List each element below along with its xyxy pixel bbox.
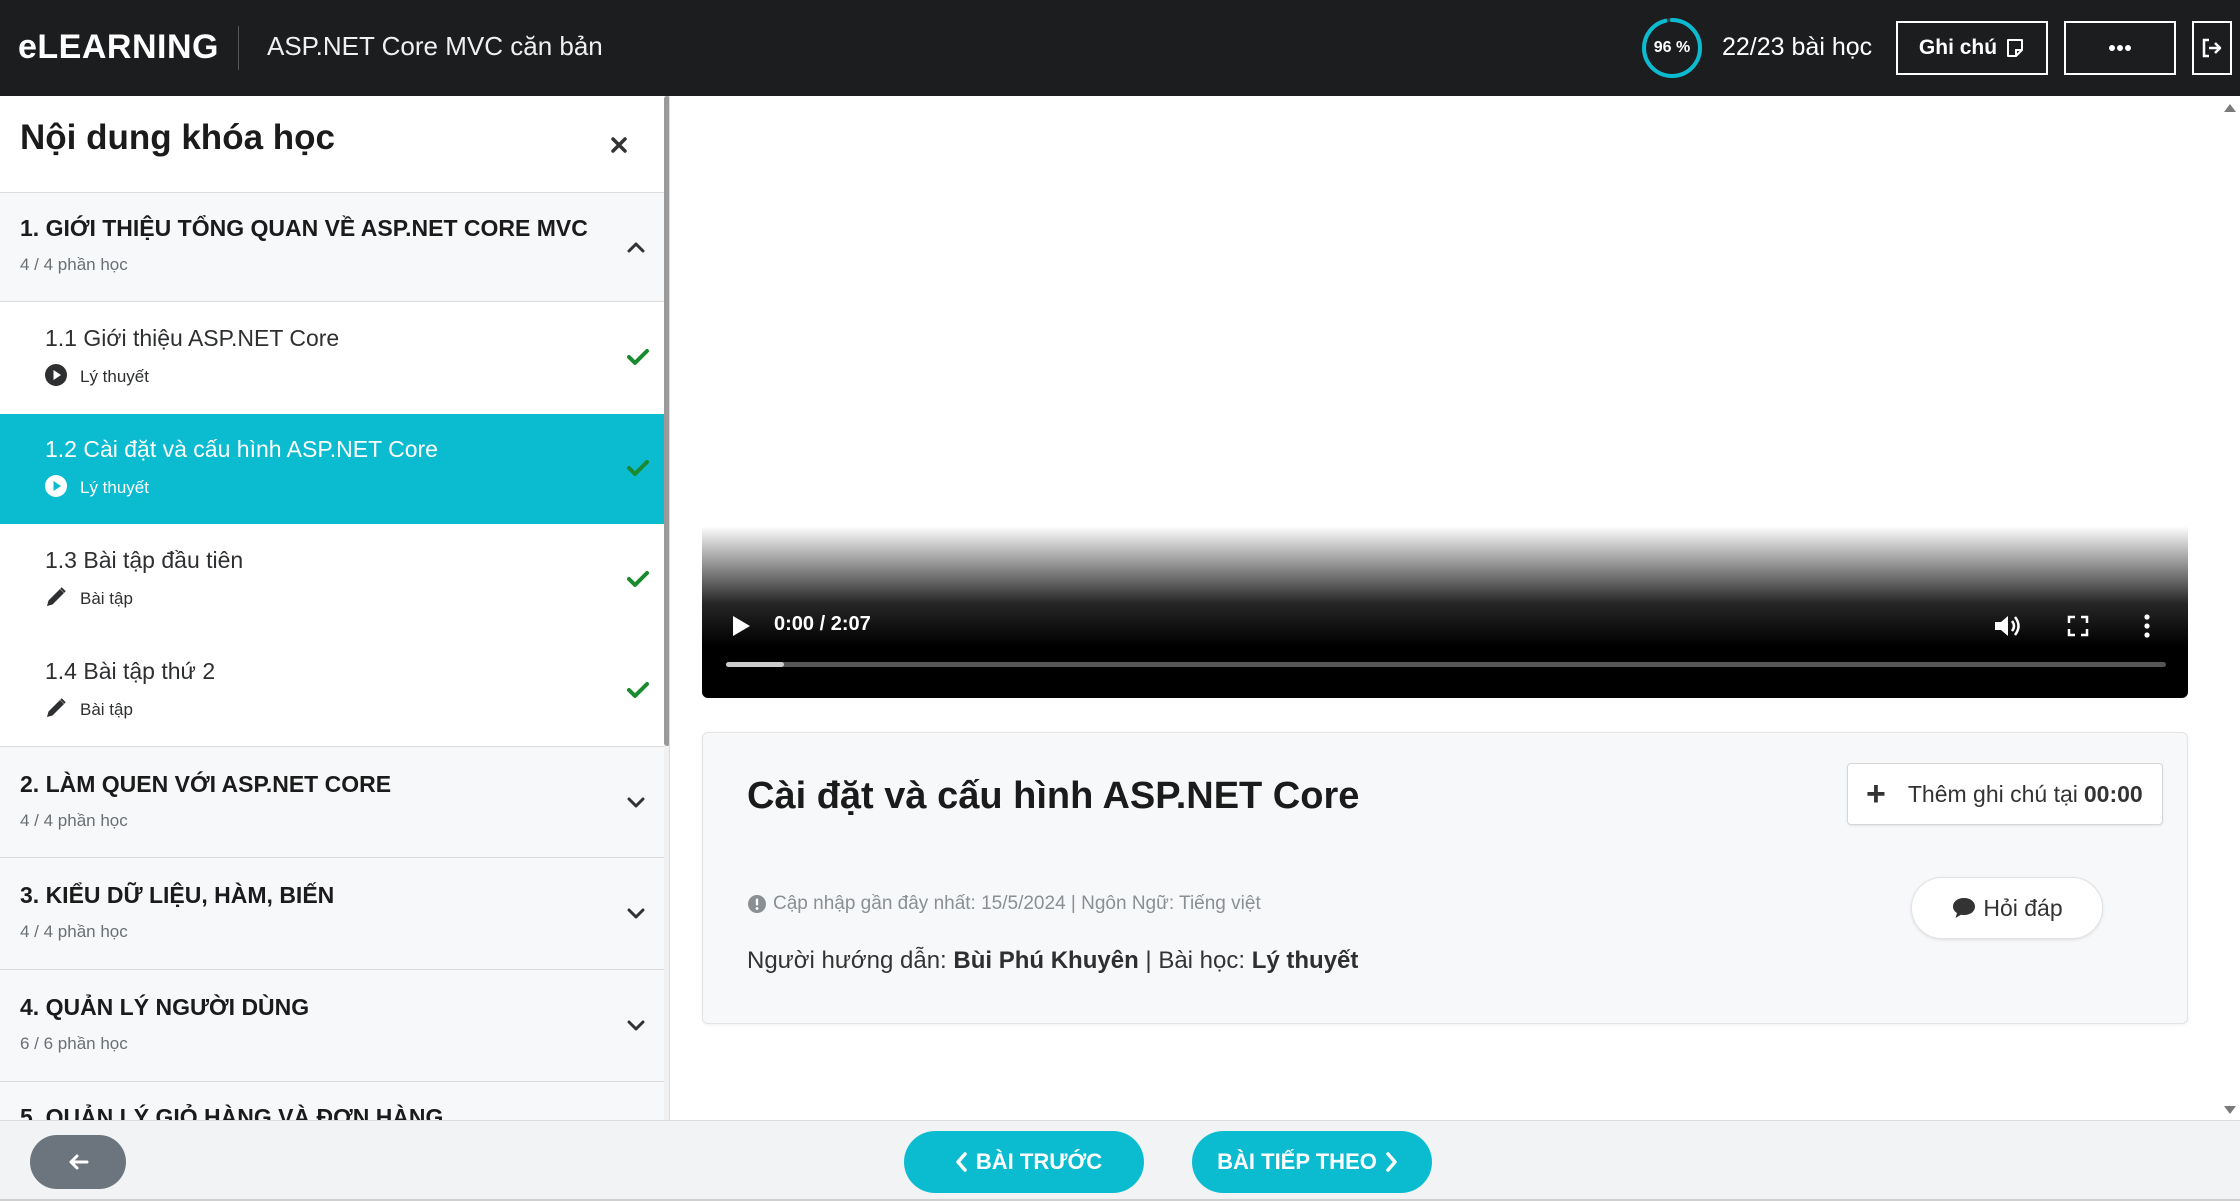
lessons-count: 22/23 bài học xyxy=(1722,33,1873,61)
progress-percent: 96 % xyxy=(1653,39,1691,56)
chevron-down-icon xyxy=(627,1020,645,1031)
video-progress-fill xyxy=(726,662,784,667)
section-1-header[interactable]: 1. GIỚI THIỆU TỔNG QUAN VỀ ASP.NET CORE … xyxy=(0,193,664,302)
separator: | xyxy=(1145,947,1152,974)
video-time: 0:00 / 2:07 xyxy=(774,613,871,635)
lesson-title: 1.2 Cài đặt và cấu hình ASP.NET Core xyxy=(45,436,438,462)
more-options-button[interactable] xyxy=(2064,21,2176,75)
lesson-item-1-4[interactable]: 1.4 Bài tập thứ 2 Bài tập xyxy=(0,636,664,746)
play-circle-icon xyxy=(45,364,67,386)
play-icon[interactable] xyxy=(730,614,752,638)
note-button-label: Ghi chú xyxy=(1918,36,1998,59)
scroll-up-arrow xyxy=(2224,104,2236,112)
ellipsis-icon xyxy=(2109,45,2131,51)
video-progress-track[interactable] xyxy=(726,662,2166,667)
lesson-type: Bài tập xyxy=(80,700,133,719)
check-icon xyxy=(627,571,649,587)
logo[interactable]: eLEARNING xyxy=(18,28,219,67)
video-menu-icon[interactable] xyxy=(2142,612,2152,640)
pencil-icon xyxy=(47,698,66,717)
chevron-right-icon xyxy=(1386,1152,1397,1172)
top-header: eLEARNING ASP.NET Core MVC căn bản 96 % … xyxy=(0,0,2240,96)
section-title: 3. KIỂU DỮ LIỆU, HÀM, BIẾN xyxy=(20,882,335,908)
section-title: 2. LÀM QUEN VỚI ASP.NET CORE xyxy=(20,771,392,797)
lesson-item-1-1[interactable]: 1.1 Giới thiệu ASP.NET Core Lý thuyết xyxy=(0,303,664,413)
add-note-time: 00:00 xyxy=(2083,780,2143,807)
lesson-meta-text: Cập nhập gần đây nhất: 15/5/2024 | Ngôn … xyxy=(773,893,1261,914)
chevron-down-icon xyxy=(627,797,645,808)
lesson-item-1-2[interactable]: 1.2 Cài đặt và cấu hình ASP.NET Core Lý … xyxy=(0,414,664,524)
scroll-down-arrow xyxy=(2224,1106,2236,1114)
qa-button[interactable]: Hỏi đáp xyxy=(1911,877,2103,939)
fullscreen-icon[interactable] xyxy=(2066,614,2090,638)
section-progress: 4 / 4 phần học xyxy=(20,255,128,274)
sidebar-title: Nội dung khóa học xyxy=(20,118,335,157)
lesson-type: Bài tập xyxy=(80,589,133,608)
section-progress: 6 / 6 phần học xyxy=(20,1034,128,1053)
chevron-up-icon xyxy=(627,242,645,253)
video-controls-gradient xyxy=(702,526,2188,698)
next-lesson-label: BÀI TIẾP THEO xyxy=(1217,1149,1377,1174)
video-player[interactable]: 0:00 / 2:07 xyxy=(702,126,2188,698)
lesson-title: 1.3 Bài tập đầu tiên xyxy=(45,547,244,573)
comment-icon xyxy=(1953,898,1976,918)
previous-lesson-button[interactable]: BÀI TRƯỚC xyxy=(904,1131,1144,1193)
check-icon xyxy=(627,460,649,476)
section-title: 5. QUẢN LÝ GIỎ HÀNG VÀ ĐƠN HÀNG xyxy=(20,1104,444,1120)
lesson-meta: Cập nhập gần đây nhất: 15/5/2024 | Ngôn … xyxy=(747,893,1261,915)
instructor-name: Bùi Phú Khuyên xyxy=(953,947,1139,974)
arrow-left-icon xyxy=(69,1154,89,1170)
section-4-header[interactable]: 4. QUẢN LÝ NGƯỜI DÙNG 6 / 6 phần học xyxy=(0,970,664,1082)
section-2-header[interactable]: 2. LÀM QUEN VỚI ASP.NET CORE 4 / 4 phần … xyxy=(0,746,664,858)
lesson-heading: Cài đặt và cấu hình ASP.NET Core xyxy=(747,775,1360,817)
section-title: 1. GIỚI THIỆU TỔNG QUAN VỀ ASP.NET CORE … xyxy=(20,215,588,241)
qa-button-label: Hỏi đáp xyxy=(1983,894,2063,921)
section-progress: 4 / 4 phần học xyxy=(20,922,128,941)
info-circle-icon xyxy=(748,895,766,913)
course-content-sidebar: Nội dung khóa học 1. GIỚI THIỆU TỔNG QUA… xyxy=(0,96,670,1120)
check-icon xyxy=(627,682,649,698)
sticky-note-icon xyxy=(2007,39,2024,57)
sidebar-scroll-thumb[interactable] xyxy=(664,96,669,746)
course-title: ASP.NET Core MVC căn bản xyxy=(267,31,603,61)
check-icon xyxy=(627,349,649,365)
previous-lesson-label: BÀI TRƯỚC xyxy=(975,1149,1103,1174)
main-scrollbar[interactable] xyxy=(2220,96,2240,1120)
progress-ring: 96 % xyxy=(1640,16,1704,80)
next-lesson-button[interactable]: BÀI TIẾP THEO xyxy=(1192,1131,1432,1193)
sign-out-icon xyxy=(2202,38,2222,58)
lesson-type: Lý thuyết xyxy=(80,367,149,386)
chevron-down-icon xyxy=(627,908,645,919)
volume-icon[interactable] xyxy=(1992,612,2022,640)
note-button[interactable]: Ghi chú xyxy=(1896,21,2048,75)
lesson-info-card: Cài đặt và cấu hình ASP.NET Core + Thêm … xyxy=(702,732,2188,1024)
lesson-title: 1.4 Bài tập thứ 2 xyxy=(45,658,216,684)
header-divider xyxy=(238,26,239,70)
section-title: 4. QUẢN LÝ NGƯỜI DÙNG xyxy=(20,994,310,1020)
lesson-type-label: Bài học: xyxy=(1158,947,1246,974)
close-icon[interactable] xyxy=(604,130,634,160)
pencil-icon xyxy=(47,587,66,606)
lesson-type-value: Lý thuyết xyxy=(1251,947,1359,974)
lesson-item-1-3[interactable]: 1.3 Bài tập đầu tiên Bài tập xyxy=(0,525,664,635)
add-note-label: Thêm ghi chú tại xyxy=(1907,780,2078,807)
chevron-left-icon xyxy=(956,1152,967,1172)
section-3-header[interactable]: 3. KIỂU DỮ LIỆU, HÀM, BIẾN 4 / 4 phần họ… xyxy=(0,858,664,970)
lesson-type: Lý thuyết xyxy=(80,478,149,497)
section-progress: 4 / 4 phần học xyxy=(20,811,128,830)
bottom-nav-bar: BÀI TRƯỚC BÀI TIẾP THEO xyxy=(0,1120,2240,1201)
sidebar-header: Nội dung khóa học xyxy=(0,96,665,193)
back-button[interactable] xyxy=(30,1135,126,1189)
plus-icon: + xyxy=(1866,775,1886,813)
add-note-button[interactable]: + Thêm ghi chú tại 00:00 xyxy=(1847,763,2163,825)
instructor-label: Người hướng dẫn: xyxy=(747,947,947,974)
section-5-header[interactable]: 5. QUẢN LÝ GIỎ HÀNG VÀ ĐƠN HÀNG xyxy=(0,1082,664,1120)
exit-button[interactable] xyxy=(2192,21,2232,75)
instructor-line: Người hướng dẫn: Bùi Phú Khuyên | Bài họ… xyxy=(747,947,1358,975)
play-circle-icon xyxy=(45,475,67,497)
lesson-title: 1.1 Giới thiệu ASP.NET Core xyxy=(45,325,340,351)
